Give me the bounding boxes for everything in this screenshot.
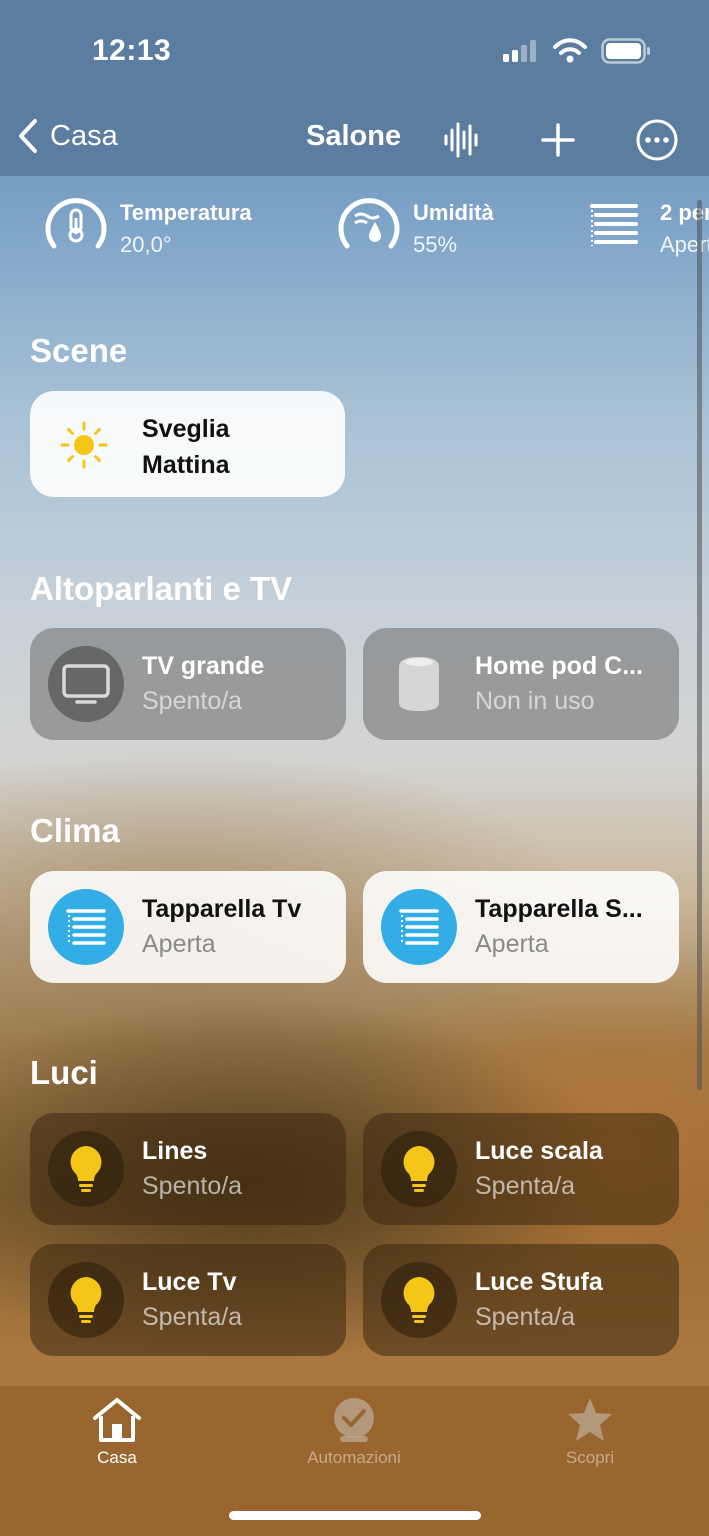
tile-status: Spento/a xyxy=(142,687,243,715)
scene-tile[interactable]: Sveglia Mattina xyxy=(30,391,345,497)
waveform-icon xyxy=(444,122,478,158)
tile-icon xyxy=(381,1131,457,1207)
humidity-icon xyxy=(338,198,400,249)
tile-name: TV grande xyxy=(142,652,265,680)
tile-name: Tapparella S... xyxy=(475,895,643,923)
ellipsis-circle-icon xyxy=(636,119,678,161)
tile-icon xyxy=(381,889,457,965)
clock-check-icon xyxy=(334,1398,374,1442)
sensor-summary-row: Temperatura 20,0° Umidità 55% 2 per Aper… xyxy=(0,190,709,270)
thermometer-icon xyxy=(45,198,107,249)
tab-label: Automazioni xyxy=(307,1448,401,1467)
tile-name: Luce scala xyxy=(475,1137,603,1165)
lightbulb-icon xyxy=(403,1146,435,1192)
back-button[interactable]: Casa xyxy=(16,118,118,154)
tv-icon xyxy=(62,664,110,704)
sensor-label: Umidità xyxy=(413,200,494,225)
battery-icon xyxy=(601,38,650,64)
status-time: 12:13 xyxy=(92,34,172,67)
tile-icon xyxy=(48,889,124,965)
tile-status: Non in uso xyxy=(475,687,595,715)
home-indicator[interactable] xyxy=(229,1511,481,1520)
accessory-tile-tv[interactable]: TV grande Spento/a xyxy=(30,628,346,740)
lightbulb-icon xyxy=(70,1146,102,1192)
homepod-icon xyxy=(399,657,439,711)
tile-name: Tapparella Tv xyxy=(142,895,302,923)
tab-scopri[interactable]: Scopri xyxy=(510,1396,670,1468)
tile-name: Lines xyxy=(142,1137,208,1165)
add-button[interactable] xyxy=(534,116,582,164)
chevron-left-icon xyxy=(19,119,37,153)
tile-name: Home pod C... xyxy=(475,652,644,680)
accessory-tile-blinds-s[interactable]: Tapparella S... Aperta xyxy=(363,871,679,983)
accessory-tile-blinds-tv[interactable]: Tapparella Tv Aperta xyxy=(30,871,346,983)
section-title-speakers: Altoparlanti e TV xyxy=(30,570,293,607)
tab-casa[interactable]: Casa xyxy=(37,1396,197,1468)
tile-status: Spento/a xyxy=(142,1172,243,1200)
cellular-signal-icon xyxy=(503,40,536,62)
accessory-tile-light-tv[interactable]: Luce Tv Spenta/a xyxy=(30,1244,346,1356)
star-icon xyxy=(568,1398,612,1441)
tile-icon xyxy=(48,1131,124,1207)
navigation-bar: Casa Salone xyxy=(0,104,709,176)
section-title-luci: Luci xyxy=(30,1054,98,1091)
status-icons xyxy=(503,38,651,64)
tile-status: Aperta xyxy=(475,930,549,958)
tile-icon xyxy=(381,1262,457,1338)
tile-icon xyxy=(381,646,457,722)
blinds-icon xyxy=(590,204,638,246)
lightbulb-icon xyxy=(403,1277,435,1323)
section-title-scene: Scene xyxy=(30,332,128,369)
accessory-tile-homepod[interactable]: Home pod C... Non in uso xyxy=(363,628,679,740)
tab-label: Scopri xyxy=(565,1448,615,1467)
tile-status: Spenta/a xyxy=(142,1303,243,1331)
sensor-value: 20,0° xyxy=(120,232,172,257)
tile-status: Aperta xyxy=(142,930,216,958)
sensor-label: Temperatura xyxy=(120,200,252,225)
sensor-blinds[interactable]: 2 per Apert xyxy=(580,190,709,260)
blinds-icon xyxy=(66,909,106,945)
sensor-value: 55% xyxy=(413,232,458,257)
status-bar: 12:13 xyxy=(0,0,709,104)
tile-icon xyxy=(48,1262,124,1338)
back-label: Casa xyxy=(50,119,118,152)
intercom-button[interactable] xyxy=(438,116,486,164)
accessory-tile-light-stufa[interactable]: Luce Stufa Spenta/a xyxy=(363,1244,679,1356)
lightbulb-icon xyxy=(70,1277,102,1323)
scene-name: Sveglia Mattina xyxy=(142,415,230,479)
blinds-icon xyxy=(399,909,439,945)
sensor-temperature[interactable]: Temperatura 20,0° xyxy=(40,190,252,260)
tile-icon xyxy=(48,646,124,722)
accessory-tile-light-lines[interactable]: Lines Spento/a xyxy=(30,1113,346,1225)
house-icon xyxy=(93,1398,141,1442)
tab-automazioni[interactable]: Automazioni xyxy=(274,1396,434,1468)
sensor-humidity[interactable]: Umidità 55% xyxy=(333,190,494,260)
tile-status: Spenta/a xyxy=(475,1303,576,1331)
tile-name: Luce Stufa xyxy=(475,1268,603,1296)
accessory-tile-light-scala[interactable]: Luce scala Spenta/a xyxy=(363,1113,679,1225)
tile-status: Spenta/a xyxy=(475,1172,576,1200)
tile-name: Luce Tv xyxy=(142,1268,237,1296)
more-button[interactable] xyxy=(633,116,681,164)
plus-icon xyxy=(541,123,575,157)
wifi-icon xyxy=(553,38,587,63)
scroll-indicator[interactable] xyxy=(697,200,702,1090)
sun-icon xyxy=(60,421,108,469)
tab-label: Casa xyxy=(97,1448,137,1467)
section-title-clima: Clima xyxy=(30,812,120,849)
page-title: Salone xyxy=(306,120,402,152)
